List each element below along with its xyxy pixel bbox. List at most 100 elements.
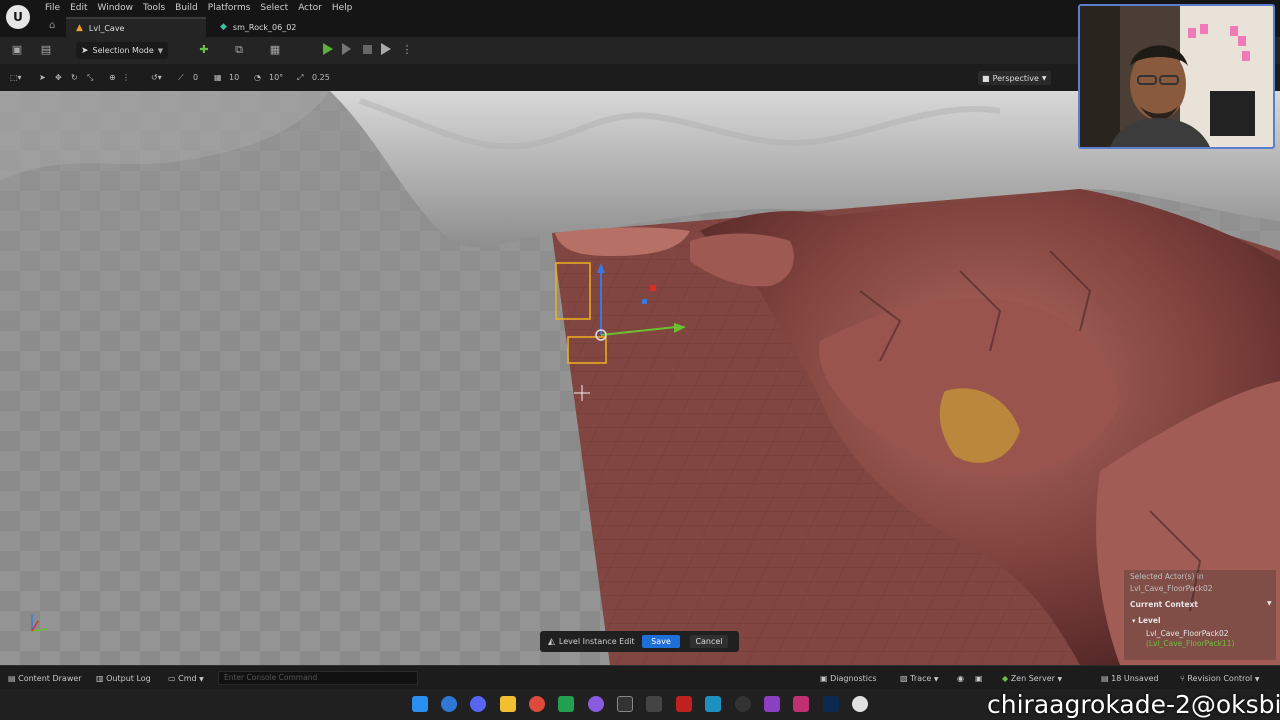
perspective-label: Perspective	[992, 73, 1039, 83]
diagnostics-button[interactable]: ▣ Diagnostics	[820, 673, 877, 684]
selection-mode-label: Selection Mode	[92, 46, 154, 55]
chevron-down-icon: ▼	[199, 676, 204, 683]
gizmo-plane-handle[interactable]	[642, 299, 647, 304]
blueprint-icon[interactable]: ⧉	[232, 43, 246, 57]
console-command-input[interactable]: Enter Console Command	[218, 671, 418, 685]
menu-window[interactable]: Window	[93, 2, 139, 14]
unsaved-button[interactable]: ▤ 18 Unsaved	[1101, 673, 1159, 684]
file-explorer-icon[interactable]	[500, 696, 516, 712]
select-tool-icon[interactable]: ⬚▾	[10, 72, 22, 84]
cursor-icon: ➤	[81, 45, 89, 56]
static-mesh-icon: ◆	[220, 22, 227, 32]
visual-studio-icon[interactable]	[764, 696, 780, 712]
chevron-down-icon[interactable]: ▼	[1267, 600, 1272, 607]
revision-control-label: Revision Control	[1187, 674, 1253, 683]
unsaved-icon: ▤	[1101, 674, 1109, 683]
menu-platforms[interactable]: Platforms	[203, 2, 256, 14]
revision-control-dropdown[interactable]: ⑂ Revision Control ▼	[1180, 673, 1259, 685]
menu-build[interactable]: Build	[170, 2, 203, 14]
select-arrow-icon[interactable]: ➤	[39, 72, 46, 84]
chevron-down-icon: ▾	[1132, 617, 1136, 625]
context-item-floorpack02[interactable]: Lvl_Cave_FloorPack02	[1146, 629, 1229, 638]
gizmo-x-handle[interactable]	[650, 285, 656, 291]
tab-static-mesh-label: sm_Rock_06_02	[232, 22, 297, 32]
revision-control-icon: ⑂	[1180, 674, 1185, 683]
trace-icon: ▧	[900, 674, 908, 683]
grid-snap-value[interactable]: 10	[229, 72, 239, 84]
camera-icon: ■	[982, 73, 990, 83]
rotation-snap-value[interactable]: 10°	[269, 72, 283, 84]
home-icon[interactable]: ⌂	[49, 21, 59, 31]
rider-icon[interactable]	[793, 696, 809, 712]
camera-icon[interactable]: ▣	[975, 673, 983, 684]
rotate-icon[interactable]: ↻	[71, 72, 78, 84]
record-icon[interactable]: ◉	[957, 673, 964, 684]
context-item-floorpack11[interactable]: (Lvl_Cave_FloorPack11)	[1146, 639, 1234, 648]
tab-level[interactable]: ▲ Lvl_Cave	[66, 17, 206, 37]
menu-help[interactable]: Help	[327, 2, 358, 14]
red-app-icon[interactable]	[676, 696, 692, 712]
tab-static-mesh[interactable]: ◆ sm_Rock_06_02	[210, 17, 306, 37]
chevron-down-icon: ▼	[1254, 676, 1260, 683]
more-options-icon[interactable]: ⋮	[400, 43, 414, 57]
blue-app-icon[interactable]	[705, 696, 721, 712]
cmd-dropdown[interactable]: ▭ Cmd ▼	[168, 673, 204, 685]
eject-button[interactable]	[381, 43, 391, 55]
save-button[interactable]: Save	[642, 635, 680, 648]
zen-server-dropdown[interactable]: ◆ Zen Server ▼	[1002, 673, 1062, 685]
simulate-button[interactable]	[342, 43, 351, 55]
cinematics-icon[interactable]: ▦	[268, 43, 282, 57]
stop-button[interactable]	[363, 45, 372, 54]
menu-select[interactable]: Select	[255, 2, 293, 14]
content-browser-icon[interactable]: ▤	[39, 43, 53, 57]
photoshop-icon[interactable]	[823, 696, 839, 712]
output-log-button[interactable]: ▥ Output Log	[96, 673, 151, 684]
chrome-icon[interactable]	[529, 696, 545, 712]
trace-dropdown[interactable]: ▧ Trace ▼	[900, 673, 939, 685]
edge-icon[interactable]	[441, 696, 457, 712]
cancel-button[interactable]: Cancel	[690, 635, 728, 648]
terminal-icon: ▭	[168, 674, 176, 683]
snap-translate-icon[interactable]: ⟋	[178, 72, 184, 84]
surface-snap-icon[interactable]: ↺▾	[151, 72, 162, 84]
unreal-logo-icon[interactable]: U	[6, 5, 30, 29]
axis-indicator-x	[31, 620, 39, 632]
github-icon[interactable]	[588, 696, 604, 712]
level-viewport[interactable]: ◭ Level Instance Edit Save Cancel Select…	[0, 91, 1280, 665]
content-drawer-icon: ▤	[8, 674, 16, 683]
spreadsheet-icon[interactable]	[558, 696, 574, 712]
windows-start-icon[interactable]	[412, 696, 428, 712]
selection-mode-dropdown[interactable]: ➤ Selection Mode ▼	[76, 42, 169, 59]
output-log-label: Output Log	[106, 674, 151, 683]
rotation-snap-icon[interactable]: ◔	[254, 72, 261, 84]
terminal-icon[interactable]	[617, 696, 633, 712]
unreal-engine-icon[interactable]	[852, 696, 868, 712]
menu-edit[interactable]: Edit	[65, 2, 92, 14]
world-local-icon[interactable]: ⊕	[109, 72, 116, 84]
discord-icon[interactable]	[470, 696, 486, 712]
scale-snap-icon[interactable]: ⤢	[297, 72, 303, 84]
menu-file[interactable]: File	[40, 2, 65, 14]
add-actor-icon[interactable]: ✚	[197, 43, 211, 57]
main-menu: File Edit Window Tools Build Platforms S…	[40, 2, 357, 14]
menu-tools[interactable]: Tools	[138, 2, 170, 14]
status-bar: ▤ Content Drawer ▥ Output Log ▭ Cmd ▼ En…	[0, 665, 1280, 689]
level-tree-item[interactable]: ▾ Level	[1132, 616, 1161, 625]
content-drawer-button[interactable]: ▤ Content Drawer	[8, 673, 82, 684]
perspective-dropdown[interactable]: ■ Perspective ▼	[978, 71, 1051, 85]
webcam-feed	[1080, 6, 1273, 147]
scale-icon[interactable]: ⤡	[87, 72, 93, 84]
menu-actor[interactable]: Actor	[293, 2, 327, 14]
play-button[interactable]	[323, 43, 333, 55]
output-log-icon: ▥	[96, 674, 104, 683]
save-icon[interactable]: ▣	[10, 43, 24, 57]
github-desktop-icon[interactable]	[735, 696, 751, 712]
tab-level-label: Lvl_Cave	[88, 23, 125, 33]
selected-level-name: Lvl_Cave_FloorPack02	[1130, 584, 1213, 593]
scale-snap-value[interactable]: 0.25	[312, 72, 330, 84]
translate-icon[interactable]: ✥	[55, 72, 62, 84]
grid-snap-icon[interactable]: ▦	[214, 72, 222, 84]
translate-value[interactable]: 0	[193, 72, 198, 84]
more-icon[interactable]: ⋮	[122, 72, 130, 84]
app-icon[interactable]	[646, 696, 662, 712]
